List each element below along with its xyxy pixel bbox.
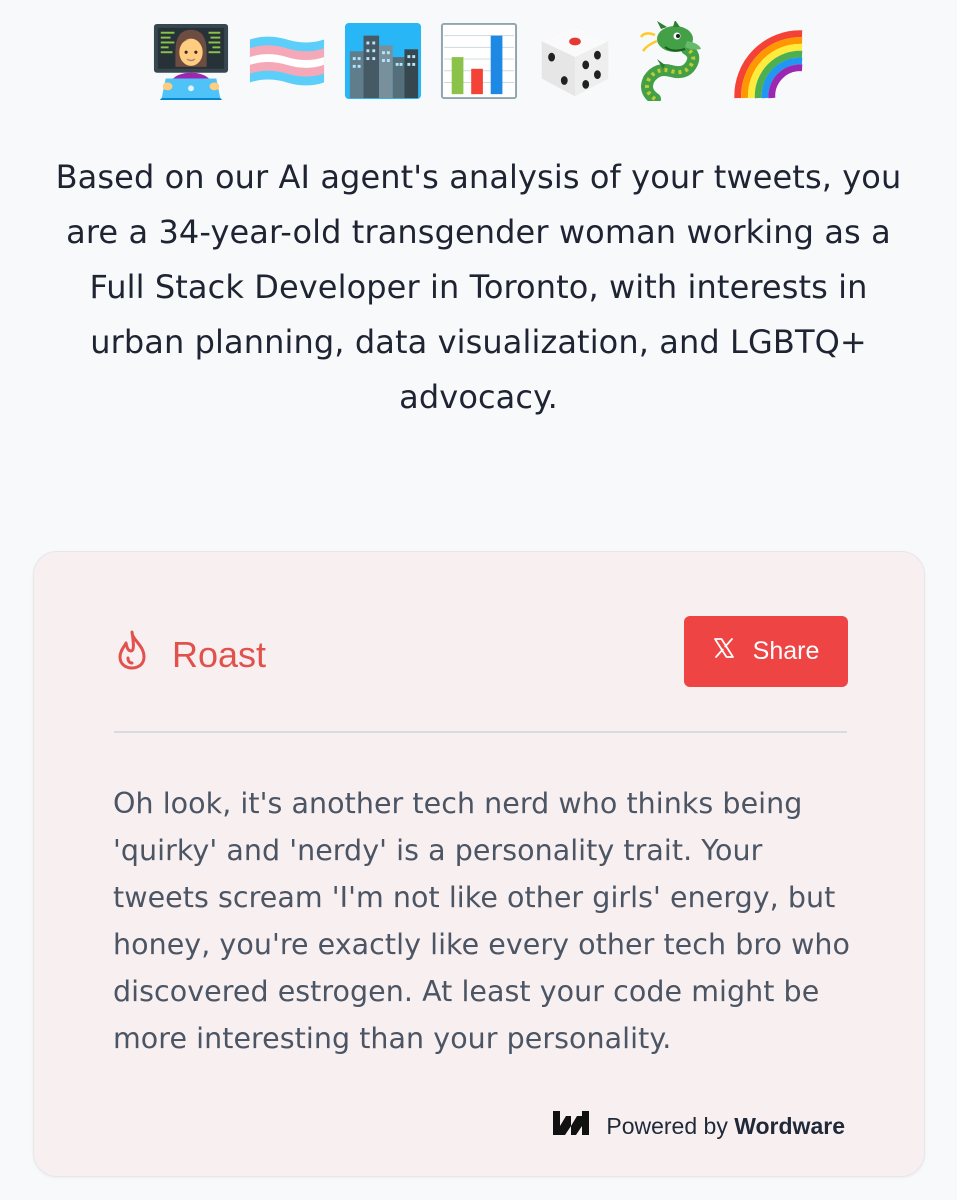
summary-text: Based on our AI agent's analysis of your… — [55, 158, 902, 416]
cityscape-icon — [344, 18, 422, 104]
game-die-icon — [536, 18, 614, 104]
x-logo-icon — [713, 637, 735, 666]
share-button[interactable]: Share — [684, 616, 848, 687]
flame-icon — [114, 630, 150, 679]
roast-text: Oh look, it's another tech nerd who thin… — [113, 787, 851, 1055]
roast-title: Roast — [172, 633, 267, 675]
powered-brand: Wordware — [734, 1112, 845, 1139]
wordware-logo-icon — [552, 1110, 590, 1142]
transgender-flag-icon — [248, 18, 326, 104]
powered-prefix: Powered by — [606, 1112, 728, 1139]
roast-heading: Roast — [114, 630, 266, 679]
bar-chart-icon — [440, 18, 518, 104]
woman-technologist-icon — [152, 18, 230, 104]
rainbow-icon — [728, 18, 806, 104]
roast-card: Roast Share Oh look, it's another tech n… — [33, 551, 925, 1177]
divider — [114, 731, 847, 733]
share-label: Share — [752, 637, 820, 665]
powered-by[interactable]: Powered by Wordware — [552, 1110, 845, 1142]
emoji-row — [0, 18, 957, 104]
dragon-icon — [632, 18, 710, 104]
card-header: Roast Share — [114, 616, 848, 688]
